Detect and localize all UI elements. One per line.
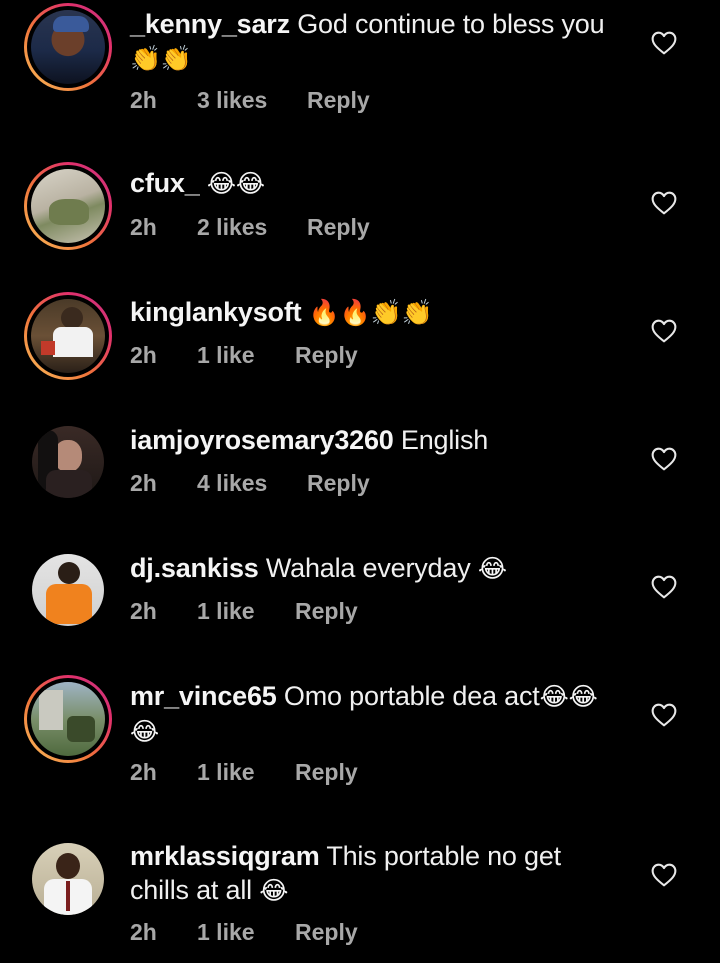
likes-count[interactable]: 1 like <box>197 919 295 946</box>
comment-body: Omo portable dea act <box>283 681 540 711</box>
comment-body: Wahala everyday <box>265 553 471 583</box>
comment-meta: 2h 1 like Reply <box>130 919 358 946</box>
comment-text: cfux_ 😂😂 <box>130 166 630 201</box>
comment-text: mr_vince65 Omo portable dea act😂😂 😂 <box>130 679 630 749</box>
laughing-emoji: 😂😂 <box>539 682 598 711</box>
likes-count[interactable]: 3 likes <box>197 87 307 114</box>
comment-username[interactable]: cfux_ <box>130 168 200 198</box>
heart-outline-icon[interactable] <box>651 191 677 215</box>
fire-clap-emoji: 🔥🔥👏👏 <box>308 298 433 327</box>
reply-button[interactable]: Reply <box>307 87 370 114</box>
comment-text: _kenny_sarz God continue to bless you 👏👏 <box>130 7 630 76</box>
reply-button[interactable]: Reply <box>295 598 358 625</box>
likes-count[interactable]: 4 likes <box>197 470 307 497</box>
comment-username[interactable]: dj.sankiss <box>130 553 259 583</box>
laughing-emoji: 😂😂 <box>206 169 265 198</box>
comment-body-continued: chills at all <box>130 875 252 905</box>
comment-text: mrklassiqgram This portable no get chill… <box>130 839 630 908</box>
comment-time: 2h <box>130 342 157 368</box>
avatar-image <box>31 10 105 84</box>
heart-outline-icon[interactable] <box>651 703 677 727</box>
comment-username[interactable]: _kenny_sarz <box>130 9 290 39</box>
reply-button[interactable]: Reply <box>295 342 358 369</box>
avatar[interactable] <box>24 292 112 380</box>
comment-text: iamjoyrosemary3260 English <box>130 423 630 457</box>
comment-time: 2h <box>130 470 157 496</box>
comment-time: 2h <box>130 214 157 240</box>
comment-body: English <box>400 425 489 455</box>
comment-username[interactable]: kinglankysoft <box>130 297 302 327</box>
avatar-image <box>31 169 105 243</box>
comment-time: 2h <box>130 87 157 113</box>
comment-time: 2h <box>130 598 157 624</box>
reply-button[interactable]: Reply <box>295 759 358 786</box>
likes-count[interactable]: 1 like <box>197 598 295 625</box>
avatar-image <box>32 554 104 626</box>
comment-body: This portable no get <box>326 841 561 871</box>
heart-outline-icon[interactable] <box>651 863 677 887</box>
heart-outline-icon[interactable] <box>651 319 677 343</box>
reply-button[interactable]: Reply <box>295 919 358 946</box>
likes-count[interactable]: 1 like <box>197 759 295 786</box>
avatar[interactable] <box>24 418 112 506</box>
laughing-emoji: 😂 <box>477 554 507 583</box>
reply-button[interactable]: Reply <box>307 470 370 497</box>
comment-meta: 2h 1 like Reply <box>130 598 358 625</box>
avatar[interactable] <box>24 675 112 763</box>
avatar-image <box>31 682 105 756</box>
clapping-hands-emoji: 👏👏 <box>130 44 192 73</box>
avatar[interactable] <box>24 835 112 923</box>
comment-meta: 2h 4 likes Reply <box>130 470 370 497</box>
comment-time: 2h <box>130 919 157 945</box>
comment-meta: 2h 2 likes Reply <box>130 214 370 241</box>
laughing-emoji: 😂 <box>130 717 160 746</box>
comment-text: dj.sankiss Wahala everyday 😂 <box>130 551 630 586</box>
comment-username[interactable]: iamjoyrosemary3260 <box>130 425 394 455</box>
comment-meta: 2h 1 like Reply <box>130 342 358 369</box>
avatar[interactable] <box>24 162 112 250</box>
avatar-image <box>32 426 104 498</box>
reply-button[interactable]: Reply <box>307 214 370 241</box>
heart-outline-icon[interactable] <box>651 447 677 471</box>
heart-outline-icon[interactable] <box>651 575 677 599</box>
comment-body: God continue to bless you <box>297 9 605 39</box>
likes-count[interactable]: 2 likes <box>197 214 307 241</box>
heart-outline-icon[interactable] <box>651 31 677 55</box>
avatar[interactable] <box>24 546 112 634</box>
avatar-image <box>31 299 105 373</box>
comment-username[interactable]: mrklassiqgram <box>130 841 320 871</box>
likes-count[interactable]: 1 like <box>197 342 295 369</box>
comment-meta: 2h 3 likes Reply <box>130 87 370 114</box>
comment-username[interactable]: mr_vince65 <box>130 681 277 711</box>
laughing-emoji: 😂 <box>259 876 289 905</box>
avatar[interactable] <box>24 3 112 91</box>
comment-time: 2h <box>130 759 157 785</box>
avatar-image <box>32 843 104 915</box>
comment-text: kinglankysoft 🔥🔥👏👏 <box>130 295 630 330</box>
comment-meta: 2h 1 like Reply <box>130 759 358 786</box>
